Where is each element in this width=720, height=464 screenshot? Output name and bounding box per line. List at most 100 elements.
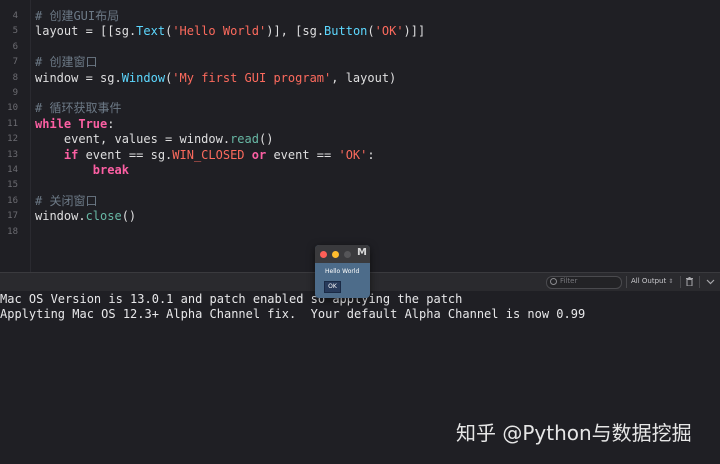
code-token: # 创建GUI布局 [35, 9, 120, 23]
code-token: Text [136, 24, 166, 39]
hello-world-text: Hello World [325, 268, 360, 275]
output-select[interactable]: All Output ⇕ [631, 277, 673, 285]
line-number: 18 [7, 226, 18, 237]
code-text: # 关闭窗口 [35, 194, 97, 209]
code-token: event == sg. [78, 147, 173, 162]
code-token: 'OK' [374, 24, 404, 39]
code-text: # 创建GUI布局 [35, 9, 119, 24]
line-number: 17 [7, 211, 18, 222]
code-token: sg [114, 24, 129, 39]
code-token: () [121, 209, 137, 224]
code-line[interactable]: 12 event, values = window.read() [0, 132, 720, 147]
code-token: while [35, 116, 72, 131]
code-token: event == [266, 147, 339, 162]
gui-program-window[interactable]: M Hello World OK [315, 245, 370, 298]
line-number: 11 [7, 118, 18, 129]
code-token: # 循环获取事件 [35, 101, 122, 116]
code-text: # 循环获取事件 [35, 101, 121, 116]
console-line: Applyting Mac OS 12.3+ Alpha Channel fix… [0, 307, 586, 321]
line-number: 8 [12, 72, 18, 83]
gui-window-body: Hello World OK [315, 263, 370, 298]
code-token: : [367, 147, 375, 162]
code-token: 'My first GUI program' [172, 70, 332, 85]
line-number: 7 [12, 57, 18, 68]
code-token: if [63, 147, 79, 162]
code-token: Button [324, 24, 368, 39]
code-token: True [78, 116, 108, 131]
code-line[interactable]: 11 while True: [0, 117, 720, 132]
minimize-window-button[interactable] [332, 251, 339, 258]
line-number: 13 [7, 149, 18, 160]
line-number: 10 [7, 103, 18, 114]
code-line[interactable]: 7 # 创建窗口 [0, 55, 720, 70]
code-line[interactable]: 18 [0, 225, 720, 240]
toolbar-divider [680, 276, 681, 288]
code-text: window.close() [35, 209, 136, 224]
code-text: # 创建窗口 [35, 55, 97, 70]
code-text: window = sg.Window('My first GUI program… [35, 71, 396, 86]
code-token: 'OK' [338, 147, 368, 162]
watermark: 知乎 @Python与数据挖掘 [456, 421, 692, 445]
code-token: window = sg. [35, 70, 122, 85]
code-editor[interactable]: 4 # 创建GUI布局 5 layout = [[sg.Text('Hello Wor… [0, 0, 720, 272]
filter-placeholder: Filter [560, 277, 578, 285]
code-token: window. [35, 209, 86, 224]
code-line[interactable]: 10 # 循环获取事件 [0, 101, 720, 116]
line-number: 5 [12, 26, 18, 37]
code-line[interactable]: 16 # 关闭窗口 [0, 194, 720, 209]
output-select-label: All Output [631, 277, 667, 285]
code-token: () [258, 132, 274, 147]
code-text: event, values = window.read() [35, 132, 274, 147]
code-text: while True: [35, 117, 115, 132]
code-token: 'Hello World' [172, 24, 267, 39]
code-text: break [35, 163, 129, 178]
code-line[interactable]: 9 [0, 86, 720, 101]
code-token: close [85, 209, 122, 224]
code-line[interactable]: 5 layout = [[sg.Text('Hello World')], [sg… [0, 24, 720, 39]
code-token: , layout) [331, 70, 397, 85]
filter-input[interactable]: Filter [546, 276, 622, 289]
line-number: 9 [12, 88, 18, 98]
code-line[interactable]: 4 # 创建GUI布局 [0, 9, 720, 24]
code-token: . [316, 24, 325, 39]
chevron-down-icon[interactable] [706, 277, 715, 286]
code-line[interactable]: 14 break [0, 163, 720, 178]
ok-button[interactable]: OK [324, 281, 341, 293]
code-token: read [230, 132, 259, 147]
toolbar-divider [699, 276, 700, 288]
code-line[interactable]: 15 [0, 178, 720, 193]
code-token: : [107, 116, 115, 131]
code-token: WIN_CLOSED [172, 147, 245, 162]
code-token: # 创建窗口 [35, 55, 98, 70]
close-window-button[interactable] [320, 251, 327, 258]
trash-icon[interactable] [686, 277, 693, 286]
code-line[interactable]: 6 [0, 40, 720, 55]
line-number: 16 [7, 195, 18, 206]
console-line: Mac OS Version is 13.0.1 and patch enabl… [0, 292, 463, 306]
line-number: 15 [7, 180, 18, 191]
filter-icon [550, 278, 557, 285]
line-number: 12 [7, 134, 18, 145]
code-line[interactable]: 17 window.close() [0, 209, 720, 224]
code-text: if event == sg.WIN_CLOSED or event == 'O… [35, 148, 375, 163]
toolbar-divider [626, 276, 627, 288]
code-line[interactable]: 8 window = sg.Window('My first GUI progra… [0, 71, 720, 86]
code-token: layout = [[ [35, 24, 115, 39]
code-token: or [251, 147, 267, 162]
gui-window-title: M [357, 247, 367, 258]
code-token: sg [302, 24, 317, 39]
code-token: ( [367, 24, 375, 39]
line-number: 4 [12, 11, 18, 21]
code-token: )], [ [266, 24, 303, 39]
code-token: event, values = window. [35, 132, 231, 147]
code-line[interactable]: 13 if event == sg.WIN_CLOSED or event ==… [0, 148, 720, 163]
code-token: break [92, 163, 129, 177]
gui-window-titlebar[interactable]: M [315, 245, 370, 263]
code-text: layout = [[sg.Text('Hello World')], [sg.… [35, 24, 425, 39]
zoom-window-button[interactable] [344, 251, 351, 258]
code-token: Window [121, 70, 166, 85]
code-token: )]] [403, 24, 426, 39]
